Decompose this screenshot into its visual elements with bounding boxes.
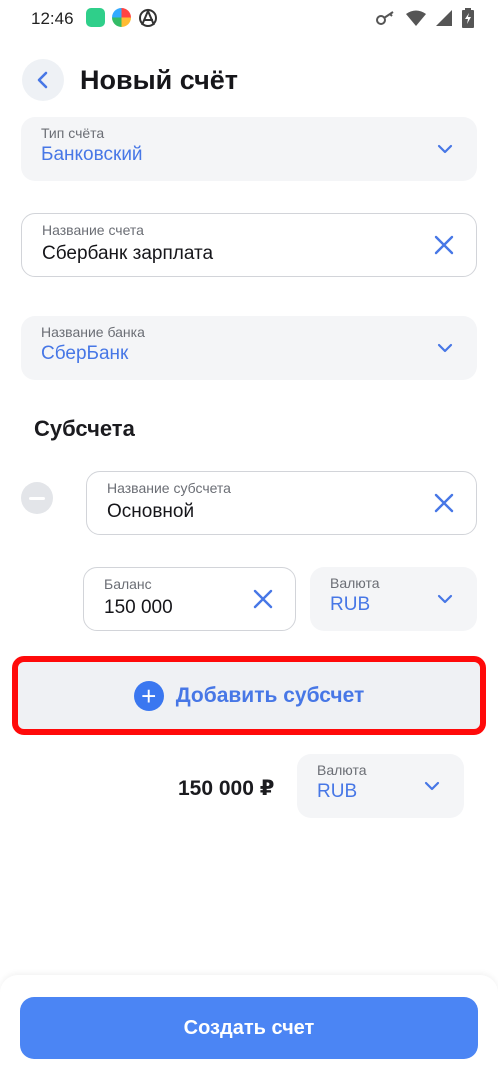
chevron-down-icon — [433, 587, 457, 611]
clear-account-name-button[interactable] — [432, 233, 456, 257]
add-subaccount-label: Добавить субсчет — [175, 683, 365, 707]
total-balance: 150 000 ₽ — [178, 777, 275, 800]
status-bar: 12:46 — [0, 0, 498, 40]
subaccount-currency-value: RUB — [330, 594, 371, 615]
key-icon — [376, 10, 396, 31]
subaccount-name-value: Основной — [107, 501, 195, 522]
browser-app-icon — [112, 8, 131, 27]
account-type-label: Тип счёта — [41, 125, 105, 141]
chevron-down-icon — [433, 137, 457, 161]
plus-icon: + — [133, 680, 164, 711]
add-subaccount-button[interactable]: + Добавить субсчет — [12, 656, 486, 735]
subaccount-name-field[interactable]: Название субсчета Основной — [86, 471, 477, 535]
status-time: 12:46 — [31, 9, 74, 28]
total-currency-label: Валюта — [317, 762, 367, 778]
subaccount-name-label: Название субсчета — [107, 480, 231, 496]
remove-subaccount-button[interactable] — [21, 482, 53, 514]
clear-subaccount-name-button[interactable] — [432, 491, 456, 515]
bank-name-value: СберБанк — [41, 343, 129, 364]
close-icon — [434, 493, 454, 513]
close-icon — [253, 589, 273, 609]
account-name-field[interactable]: Название счета Сбербанк зарплата — [21, 213, 477, 277]
clear-balance-button[interactable] — [251, 587, 275, 611]
chevron-left-icon — [37, 71, 48, 89]
minus-icon — [29, 496, 45, 500]
create-account-button[interactable]: Создать счет — [20, 997, 478, 1059]
account-name-value: Сбербанк зарплата — [42, 243, 214, 264]
anarchy-icon — [138, 8, 158, 33]
account-type-select[interactable]: Тип счёта Банковский — [21, 117, 477, 181]
battery-icon — [462, 8, 474, 33]
bank-name-select[interactable]: Название банка СберБанк — [21, 316, 477, 380]
header: Новый счёт — [22, 58, 238, 102]
subaccount-currency-select[interactable]: Валюта RUB — [310, 567, 477, 631]
total-currency-select[interactable]: Валюта RUB — [297, 754, 464, 818]
signal-icon — [436, 10, 452, 31]
chevron-down-icon — [420, 774, 444, 798]
account-name-label: Название счета — [42, 222, 144, 238]
balance-label: Баланс — [104, 576, 152, 592]
chat-app-icon — [86, 8, 105, 27]
balance-field[interactable]: Баланс 150 000 — [83, 567, 296, 631]
total-currency-value: RUB — [317, 781, 358, 802]
balance-value: 150 000 — [104, 597, 173, 618]
subaccounts-title: Субсчета — [34, 416, 135, 441]
chevron-down-icon — [433, 336, 457, 360]
subaccount-currency-label: Валюта — [330, 575, 380, 591]
bank-name-label: Название банка — [41, 324, 145, 340]
close-icon — [434, 235, 454, 255]
back-button[interactable] — [22, 59, 64, 101]
wifi-icon — [406, 10, 426, 31]
account-type-value: Банковский — [41, 144, 143, 165]
page-title: Новый счёт — [80, 64, 238, 95]
